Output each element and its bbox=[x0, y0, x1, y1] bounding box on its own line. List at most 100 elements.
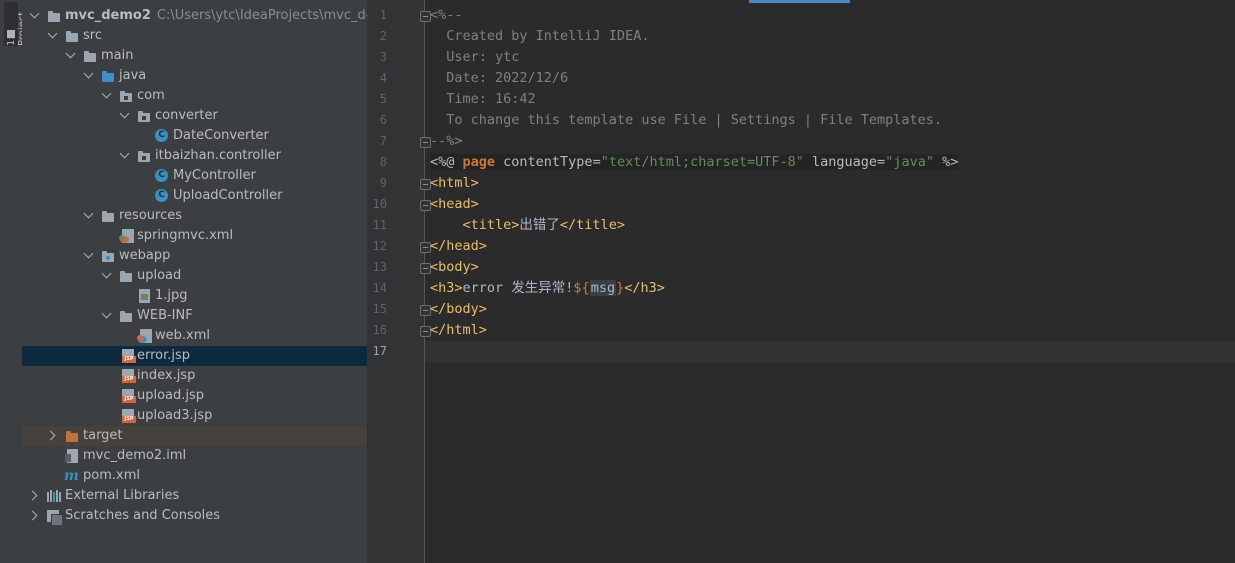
tree-item-label: mvc_demo2.iml bbox=[83, 448, 187, 463]
tree-item-web-xml[interactable]: web.xml bbox=[22, 326, 367, 346]
tree-item-index-jsp[interactable]: JSP index.jsp bbox=[22, 366, 367, 386]
tree-item-converter[interactable]: converter bbox=[22, 106, 367, 126]
code-line-title: <title>出错了</title> bbox=[462, 217, 625, 233]
tree-item-pom-xml[interactable]: m pom.xml bbox=[22, 466, 367, 486]
line-number: 5 bbox=[379, 92, 387, 106]
folder-icon bbox=[7, 30, 15, 38]
code-line: <%-- bbox=[430, 7, 463, 23]
tree-item-src[interactable]: src bbox=[22, 26, 367, 46]
tree-item-uploadcontroller[interactable]: C UploadController bbox=[22, 186, 367, 206]
tree-item-controller-package[interactable]: itbaizhan.controller bbox=[22, 146, 367, 166]
tree-item-springmvc-xml[interactable]: springmvc.xml bbox=[22, 226, 367, 246]
tree-item-upload3-jsp[interactable]: JSP upload3.jsp bbox=[22, 406, 367, 426]
tree-item-iml[interactable]: mvc_demo2.iml bbox=[22, 446, 367, 466]
line-number: 11 bbox=[372, 218, 387, 232]
code-line: Created by IntelliJ IDEA. bbox=[430, 28, 650, 44]
tree-item-label: webapp bbox=[119, 248, 171, 263]
code-line: <html> bbox=[430, 175, 479, 191]
chevron-right-icon[interactable] bbox=[45, 430, 56, 441]
code-line: Time: 16:42 bbox=[430, 91, 536, 107]
tree-item-1-jpg[interactable]: 1.jpg bbox=[22, 286, 367, 306]
tree-item-label: upload bbox=[137, 268, 182, 283]
tree-item-label: Scratches and Consoles bbox=[65, 508, 221, 523]
chevron-down-icon[interactable] bbox=[101, 308, 112, 319]
project-tool-window-tab[interactable]: 1: Project bbox=[4, 2, 28, 46]
tree-item-label: itbaizhan.controller bbox=[155, 148, 281, 163]
tree-item-label: src bbox=[83, 28, 102, 43]
source-folder-icon bbox=[101, 69, 115, 83]
line-number: 14 bbox=[372, 281, 387, 295]
package-icon bbox=[119, 89, 133, 103]
java-class-icon: C bbox=[155, 189, 168, 202]
chevron-down-icon[interactable] bbox=[83, 208, 94, 219]
code-line: To change this template use File | Setti… bbox=[430, 112, 943, 128]
chevron-down-icon[interactable] bbox=[101, 88, 112, 99]
tree-item-label: DateConverter bbox=[173, 128, 269, 143]
code-line-h3: <h3>error 发生异常!${msg}</h3> bbox=[430, 280, 665, 296]
tree-item-label: External Libraries bbox=[65, 488, 180, 503]
code-line: --%> bbox=[430, 133, 463, 149]
tree-item-main[interactable]: main bbox=[22, 46, 367, 66]
tree-item-label: main bbox=[101, 48, 134, 63]
tree-item-webapp[interactable]: webapp bbox=[22, 246, 367, 266]
line-number: 1 bbox=[379, 8, 387, 22]
chevron-right-icon[interactable] bbox=[27, 490, 38, 501]
jsp-file-icon: JSP bbox=[122, 389, 136, 403]
tree-item-label: index.jsp bbox=[137, 368, 196, 383]
chevron-down-icon[interactable] bbox=[65, 48, 76, 59]
tree-item-target[interactable]: target bbox=[22, 426, 367, 446]
tree-item-label: upload.jsp bbox=[137, 388, 205, 403]
line-number: 15 bbox=[372, 302, 387, 316]
tree-item-upload-jsp[interactable]: JSP upload.jsp bbox=[22, 386, 367, 406]
chevron-down-icon[interactable] bbox=[119, 148, 130, 159]
excluded-folder-icon bbox=[65, 429, 79, 443]
tree-item-label: com bbox=[137, 88, 165, 103]
chevron-down-icon[interactable] bbox=[83, 68, 94, 79]
module-folder-icon bbox=[47, 9, 61, 23]
tree-item-web-inf[interactable]: WEB-INF bbox=[22, 306, 367, 326]
code-line: </head> bbox=[430, 238, 487, 254]
module-file-icon bbox=[65, 449, 78, 463]
tree-item-mycontroller[interactable]: C MyController bbox=[22, 166, 367, 186]
tree-item-external-libraries[interactable]: External Libraries bbox=[22, 486, 367, 506]
folder-icon bbox=[119, 269, 133, 283]
java-class-icon: C bbox=[155, 129, 168, 142]
line-number: 16 bbox=[372, 323, 387, 337]
code-line: Date: 2022/12/6 bbox=[430, 70, 569, 86]
code-editor[interactable]: 1 2 3 4 5 6 7 8 9 10 11 12 13 14 15 16 1… bbox=[367, 0, 1235, 563]
project-tree[interactable]: mvc_demo2 C:\Users\ytc\IdeaProjects\mvc_d… bbox=[22, 0, 367, 563]
folder-icon bbox=[83, 49, 97, 63]
code-line: </body> bbox=[430, 301, 487, 317]
tree-item-resources[interactable]: resources bbox=[22, 206, 367, 226]
tree-item-label: pom.xml bbox=[83, 468, 140, 483]
chevron-right-icon[interactable] bbox=[27, 510, 38, 521]
tree-item-label: resources bbox=[119, 208, 183, 223]
line-number: 12 bbox=[372, 239, 387, 253]
tree-item-label: WEB-INF bbox=[137, 308, 193, 323]
tree-item-dateconverter[interactable]: C DateConverter bbox=[22, 126, 367, 146]
spring-xml-icon bbox=[119, 229, 134, 243]
line-number-current: 17 bbox=[372, 344, 387, 358]
chevron-down-icon[interactable] bbox=[119, 108, 130, 119]
chevron-down-icon[interactable] bbox=[101, 268, 112, 279]
tree-item-error-jsp[interactable]: JSP error.jsp bbox=[22, 346, 367, 366]
tree-item-label: 1.jpg bbox=[155, 288, 188, 303]
package-icon bbox=[137, 109, 151, 123]
current-line-highlight bbox=[425, 341, 1235, 362]
tree-item-label: UploadController bbox=[173, 188, 283, 203]
chevron-down-icon[interactable] bbox=[47, 28, 58, 39]
tree-item-com[interactable]: com bbox=[22, 86, 367, 106]
code-line: </html> bbox=[430, 322, 487, 338]
tree-item-java[interactable]: java bbox=[22, 66, 367, 86]
tree-item-scratches[interactable]: Scratches and Consoles bbox=[22, 506, 367, 526]
tree-item-project-root[interactable]: mvc_demo2 C:\Users\ytc\IdeaProjects\mvc_d… bbox=[22, 6, 367, 26]
tree-item-label: upload3.jsp bbox=[137, 408, 213, 423]
jsp-file-icon: JSP bbox=[122, 349, 136, 363]
chevron-down-icon[interactable] bbox=[83, 248, 94, 259]
tree-item-upload-folder[interactable]: upload bbox=[22, 266, 367, 286]
tool-window-strip: 1: Project bbox=[0, 0, 28, 563]
tree-item-label: converter bbox=[155, 108, 218, 123]
package-icon bbox=[137, 149, 151, 163]
java-class-icon: C bbox=[155, 169, 168, 182]
chevron-down-icon[interactable] bbox=[29, 8, 40, 19]
